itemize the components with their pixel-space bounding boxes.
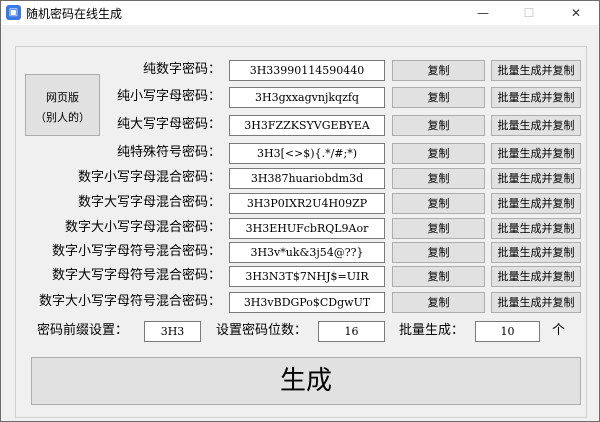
password-field[interactable]: 3H3EHUFcbRQL9Aor [229,218,385,239]
copy-button[interactable]: 复制 [392,60,485,81]
row-label: 纯数字密码： [142,62,221,77]
web-version-button[interactable]: 网页版 （别人的） [25,74,100,136]
batch-copy-button[interactable]: 批量生成并复制 [491,266,581,287]
batch-copy-button[interactable]: 批量生成并复制 [491,60,581,81]
copy-button[interactable]: 复制 [392,115,485,136]
window-title: 随机密码在线生成 [26,7,123,21]
unit-label: 个 [552,323,566,338]
password-field[interactable]: 3H3v*uk&3j54@??} [229,242,385,263]
password-field[interactable]: 3H33990114590440 [229,60,385,81]
batch-copy-button[interactable]: 批量生成并复制 [491,87,581,108]
copy-button[interactable]: 复制 [392,193,485,214]
length-label: 设置密码位数： [216,323,308,338]
password-field[interactable]: 3H387huariobdm3d [229,168,385,189]
row-label: 纯大写字母密码： [116,117,221,132]
batch-copy-button[interactable]: 批量生成并复制 [491,292,581,313]
row-label: 数字大写字母混合密码： [77,195,221,210]
copy-button[interactable]: 复制 [392,143,485,164]
row-label: 数字小写字母符号混合密码： [51,244,221,259]
row-label: 数字大小写字母混合密码： [64,220,221,235]
copy-button[interactable]: 复制 [392,168,485,189]
web-version-label: 网页版 [46,91,79,104]
row-label: 数字大写字母符号混合密码： [51,268,221,283]
batch-count-input[interactable]: 10 [475,321,540,342]
row-label: 纯特殊符号密码： [116,145,221,160]
password-field[interactable]: 3H3[<>$){.*/#;*) [229,143,385,164]
generate-button[interactable]: 生成 [31,357,581,405]
prefix-label: 密码前缀设置： [37,323,129,338]
title-bar: ▣ 随机密码在线生成 — ☐ ✕ [1,1,599,25]
batch-count-label: 批量生成： [399,323,465,338]
copy-button[interactable]: 复制 [392,87,485,108]
prefix-input[interactable]: 3H3 [144,321,201,342]
password-field[interactable]: 3H3P0IXR2U4H09ZP [229,193,385,214]
batch-copy-button[interactable]: 批量生成并复制 [491,115,581,136]
copy-button[interactable]: 复制 [392,242,485,263]
batch-copy-button[interactable]: 批量生成并复制 [491,242,581,263]
lock-icon: ▣ [6,5,21,20]
batch-copy-button[interactable]: 批量生成并复制 [491,218,581,239]
maximize-button[interactable]: ☐ [506,1,552,25]
password-field[interactable]: 3H3FZZKSYVGEBYEA [229,115,385,136]
copy-button[interactable]: 复制 [392,218,485,239]
row-label: 纯小写字母密码： [116,89,221,104]
copy-button[interactable]: 复制 [392,266,485,287]
batch-copy-button[interactable]: 批量生成并复制 [491,168,581,189]
password-field[interactable]: 3H3gxxagvnjkqzfq [229,87,385,108]
row-label: 数字大小写字母符号混合密码： [38,294,221,309]
password-field[interactable]: 3H3N3T$7NHJ$=UIR [229,266,385,287]
batch-copy-button[interactable]: 批量生成并复制 [491,143,581,164]
web-version-sublabel: （别人的） [35,111,90,124]
copy-button[interactable]: 复制 [392,292,485,313]
length-input[interactable]: 16 [318,321,385,342]
batch-copy-button[interactable]: 批量生成并复制 [491,193,581,214]
row-label: 数字小写字母混合密码： [77,170,221,185]
password-field[interactable]: 3H3vBDGPo$CDgwUT [229,292,385,313]
close-button[interactable]: ✕ [553,1,599,25]
minimize-button[interactable]: — [460,1,506,25]
